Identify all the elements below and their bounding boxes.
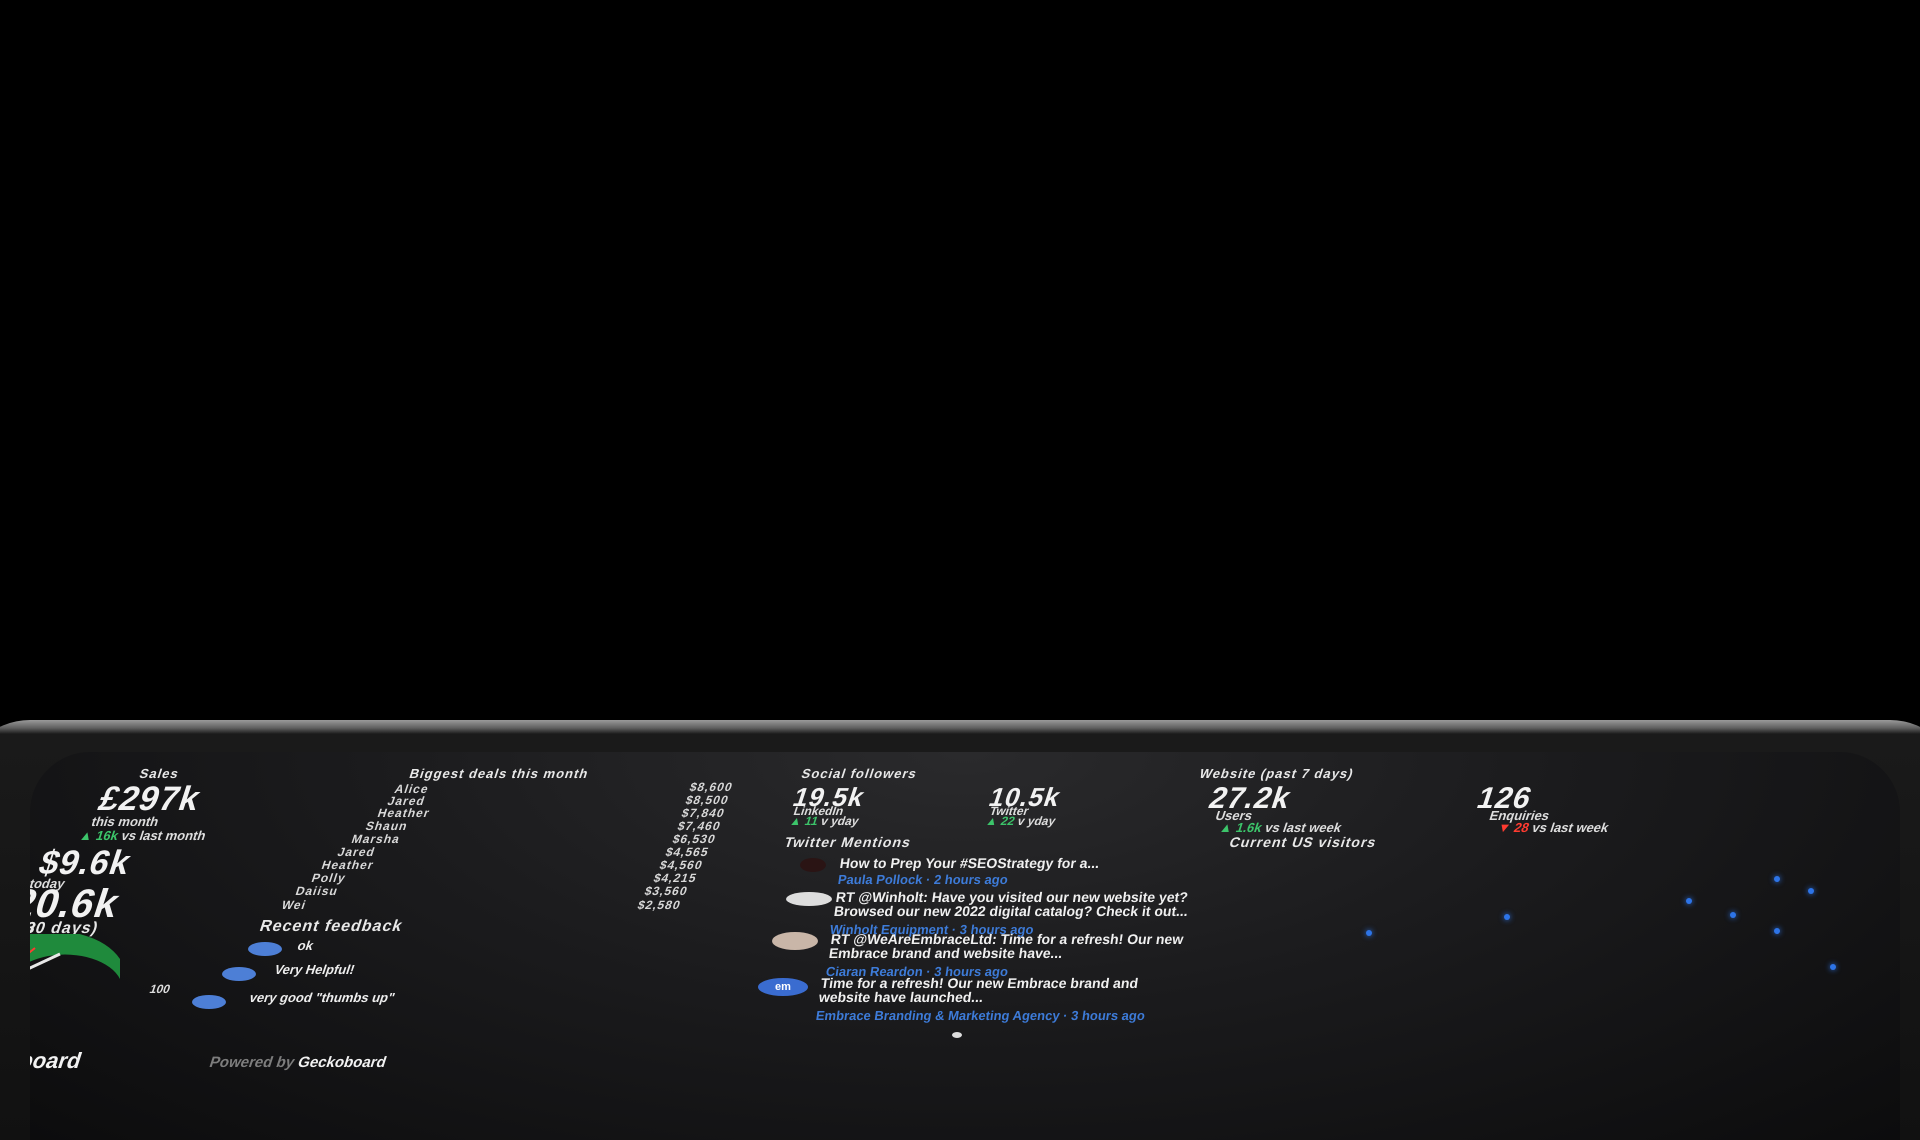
stage: Sales £297k this month ▲ 16k vs last mon…: [0, 0, 1920, 1140]
tweet-meta: Paula Pollock · 2 hours ago: [836, 872, 1009, 887]
tweet-meta: Embrace Branding & Marketing Agency · 3 …: [814, 1008, 1146, 1023]
visitor-dot: [1774, 876, 1780, 882]
powered-by: Powered by Geckoboard: [207, 1054, 389, 1071]
deal-name: Heather: [375, 806, 432, 820]
deal-value: $4,560: [657, 858, 705, 872]
deals-title: Biggest deals this month: [407, 766, 592, 781]
deal-value: $2,580: [635, 898, 683, 912]
avatar: em: [758, 978, 808, 996]
deal-name: Daiisu: [293, 884, 341, 898]
geckoboard-logo: Geckoboard: [295, 1054, 389, 1071]
website-title: Website (past 7 days): [1197, 766, 1357, 781]
feedback-item: ok: [295, 938, 316, 953]
up-arrow-icon: ▲: [787, 814, 805, 828]
feedback-item: very good "thumbs up": [247, 990, 397, 1005]
sales-month-label: this month: [89, 814, 161, 829]
dashboard-name: e dashboard: [30, 1048, 86, 1073]
linkedin-delta: ▲ 11 v yday: [787, 814, 861, 828]
deal-value: $4,215: [651, 871, 699, 885]
visitor-dot: [1730, 912, 1736, 918]
deal-value: $7,840: [679, 806, 727, 820]
deal-value: $6,530: [670, 832, 718, 846]
deal-name: Heather: [319, 858, 376, 872]
gauge-arc: [30, 934, 120, 979]
sales-month-delta: ▲ 16k vs last month: [77, 828, 209, 843]
enquiries-delta: ▼ 28 vs last week: [1495, 820, 1611, 835]
deal-value: $8,500: [683, 793, 731, 807]
deal-name: Polly: [309, 871, 348, 885]
thumbs-up-icon: [192, 995, 226, 1009]
visitor-dot: [1686, 898, 1692, 904]
avatar: [772, 932, 818, 950]
dashboard-screen: Sales £297k this month ▲ 16k vs last mon…: [30, 752, 1900, 1140]
csat-gauge: [30, 934, 120, 979]
visitor-dot: [1830, 964, 1836, 970]
deal-name: Wei: [279, 898, 309, 912]
visitor-dot: [1774, 928, 1780, 934]
dashboard: Sales £297k this month ▲ 16k vs last mon…: [30, 752, 1900, 1140]
social-title: Social followers: [799, 766, 920, 781]
deal-value: $8,600: [687, 780, 735, 794]
gauge-needle: [30, 952, 61, 970]
thumbs-up-icon: [222, 967, 256, 981]
sales-title: Sales: [137, 766, 182, 781]
visitor-dot: [1504, 914, 1510, 920]
tweet-text: Time for a refresh! Our new Embrace bran…: [817, 975, 1140, 1005]
up-arrow-icon: ▲: [77, 828, 96, 843]
deal-name: Jared: [335, 845, 378, 859]
avatar: [786, 892, 832, 906]
up-arrow-icon: ▲: [983, 814, 1001, 828]
users-delta: ▲ 1.6k vs last week: [1217, 820, 1344, 835]
twitter-mentions-title: Twitter Mentions: [782, 834, 914, 850]
twitter-delta: ▲ 22 v yday: [983, 814, 1058, 828]
pagination-dot[interactable]: [952, 1032, 962, 1038]
tweet-text: RT @WeAreEmbraceLtd: Time for a refresh!…: [827, 931, 1185, 961]
feedback-item: Very Helpful!: [272, 962, 357, 977]
visitors-title: Current US visitors: [1227, 834, 1380, 850]
deal-name: Shaun: [363, 819, 410, 833]
deal-value: $7,460: [675, 819, 723, 833]
tweet-text: RT @Winholt: Have you visited our new we…: [832, 889, 1190, 919]
deal-name: Marsha: [349, 832, 403, 846]
visitor-dot: [1366, 930, 1372, 936]
feedback-title: Recent feedback: [257, 918, 406, 935]
tv-frame: Sales £297k this month ▲ 16k vs last mon…: [0, 720, 1920, 1140]
avatar: [800, 858, 826, 872]
deal-value: $3,560: [642, 884, 690, 898]
visitor-dot: [1808, 888, 1814, 894]
tweet-text: How to Prep Your #SEOStrategy for a...: [838, 855, 1101, 871]
deal-value: $4,565: [663, 845, 711, 859]
thumbs-up-icon: [248, 942, 282, 956]
gauge-max-label: 100: [147, 982, 173, 996]
